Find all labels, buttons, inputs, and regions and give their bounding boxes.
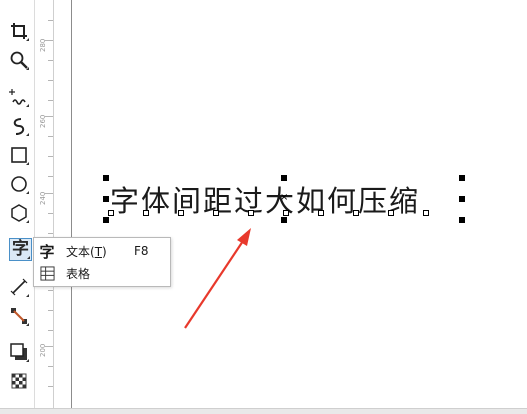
selection-handle[interactable] (459, 217, 465, 223)
crop-icon[interactable] (8, 20, 30, 42)
selection-handle[interactable] (459, 196, 465, 202)
text-tool-flyout-menu: 字 文本(T) F8 表格 (33, 237, 171, 287)
drop-shadow-icon[interactable] (8, 341, 30, 363)
ellipse-icon[interactable] (8, 173, 30, 195)
selected-text-object[interactable]: 字体间距过大如何压缩 (110, 178, 420, 220)
text-tool-icon[interactable]: 字 (9, 238, 32, 261)
flyout-item-table[interactable]: 表格 (34, 262, 170, 284)
selection-handle[interactable] (281, 175, 287, 181)
toolbox: 字 (0, 0, 35, 413)
selection-handle[interactable] (103, 217, 109, 223)
selection-handle[interactable] (103, 196, 109, 202)
flyout-item-text-shortcut: F8 (134, 244, 149, 258)
transparency-icon[interactable] (8, 370, 30, 392)
zoom-icon[interactable] (8, 49, 30, 71)
vertical-ruler[interactable]: 280 260 240 200 (35, 0, 54, 413)
selection-handle[interactable] (459, 175, 465, 181)
rectangle-icon[interactable] (8, 144, 30, 166)
center-mark-icon: × (280, 192, 289, 203)
connector-icon[interactable] (8, 305, 30, 327)
selection-handle[interactable] (281, 217, 287, 223)
table-icon (38, 264, 56, 282)
horizontal-scrollbar[interactable] (0, 408, 527, 414)
freehand-icon[interactable] (8, 86, 30, 108)
selection-handle[interactable] (103, 175, 109, 181)
flyout-item-text[interactable]: 字 文本(T) F8 (34, 240, 170, 262)
text-icon: 字 (39, 242, 55, 261)
parallel-dimension-icon[interactable] (8, 276, 30, 298)
annotation-arrow-icon (184, 228, 251, 329)
flyout-item-text-label: 文本(T) (66, 244, 107, 259)
page-border (71, 0, 72, 413)
polygon-icon[interactable] (8, 202, 30, 224)
flyout-item-table-label: 表格 (66, 266, 91, 281)
artistic-media-icon[interactable] (8, 115, 30, 137)
